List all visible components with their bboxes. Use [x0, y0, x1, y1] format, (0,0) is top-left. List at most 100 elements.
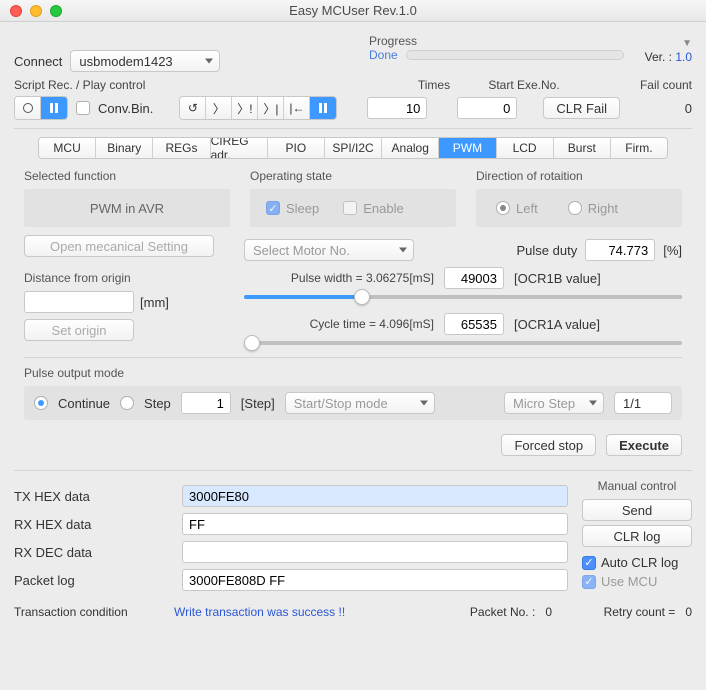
set-origin-button: Set origin — [24, 319, 134, 341]
ocr1a-label: [OCR1A value] — [514, 317, 600, 332]
pulse-width-slider[interactable] — [244, 295, 682, 299]
continue-radio[interactable] — [34, 396, 48, 410]
step-end-icon: 〉| — [263, 100, 278, 117]
sleep-label: Sleep — [286, 201, 319, 216]
loop-icon: ↺ — [188, 101, 198, 115]
pause-rec-button[interactable] — [41, 97, 67, 119]
pulse-width-input[interactable] — [444, 267, 504, 289]
tab-lcd[interactable]: LCD — [497, 138, 554, 158]
ocr1b-label: [OCR1B value] — [514, 271, 601, 286]
select-motor-dropdown[interactable]: Select Motor No. — [244, 239, 414, 261]
tab-mcu[interactable]: MCU — [39, 138, 96, 158]
ratio-select[interactable]: 1/1 ▲▼ — [614, 392, 672, 414]
times-input[interactable] — [367, 97, 427, 119]
rx-hex-input[interactable] — [182, 513, 568, 535]
connect-label: Connect — [14, 54, 62, 69]
disclosure-icon[interactable]: ▼ — [682, 38, 692, 49]
pulse-duty-input[interactable] — [585, 239, 655, 261]
pause-icon — [319, 103, 327, 113]
dir-right-radio — [568, 201, 582, 215]
progress-label: Progress — [369, 34, 624, 48]
step-input[interactable] — [181, 392, 231, 414]
tab-analog[interactable]: Analog — [382, 138, 439, 158]
retry-count: Retry count = 0 — [552, 605, 692, 619]
start-exe-input[interactable] — [457, 97, 517, 119]
tab-regs[interactable]: REGs — [153, 138, 210, 158]
sleep-checkbox — [266, 201, 280, 215]
tab-firm[interactable]: Firm. — [611, 138, 667, 158]
rx-dec-label: RX DEC data — [14, 545, 174, 560]
progress-bar — [406, 50, 624, 60]
tab-pio[interactable]: PIO — [268, 138, 325, 158]
rewind-button[interactable]: |← — [284, 97, 310, 119]
tx-hex-input[interactable] — [182, 485, 568, 507]
version-label: Ver. : 1.0 — [645, 50, 692, 64]
pulse-width-label: Pulse width = 3.06275[mS] — [244, 271, 434, 285]
open-mech-button: Open mecanical Setting — [24, 235, 214, 257]
rx-dec-input[interactable] — [182, 541, 568, 563]
stepper-arrows-icon: ▲▼ — [661, 395, 668, 409]
clr-fail-button[interactable]: CLR Fail — [543, 97, 620, 119]
tab-binary[interactable]: Binary — [96, 138, 153, 158]
step-bang-button[interactable]: 〉! — [232, 97, 258, 119]
packet-no: Packet No. : 0 — [412, 605, 552, 619]
pause-icon — [50, 103, 58, 113]
transaction-message: Write transaction was success !! — [174, 605, 412, 619]
record-icon — [23, 103, 33, 113]
clr-log-button[interactable]: CLR log — [582, 525, 692, 547]
tab-spi-i2c[interactable]: SPI/I2C — [325, 138, 382, 158]
step-radio[interactable] — [120, 396, 134, 410]
rx-hex-label: RX HEX data — [14, 517, 174, 532]
enable-checkbox — [343, 201, 357, 215]
dist-origin-input[interactable] — [24, 291, 134, 313]
rec-pause-group — [14, 96, 68, 120]
use-mcu-checkbox — [582, 575, 596, 589]
packet-log-input[interactable] — [182, 569, 568, 591]
record-button[interactable] — [15, 97, 41, 119]
use-mcu-label: Use MCU — [601, 574, 657, 589]
dir-left-label: Left — [516, 201, 538, 216]
step-button[interactable]: 〉 — [206, 97, 232, 119]
enable-label: Enable — [363, 201, 403, 216]
slider-thumb[interactable] — [354, 289, 370, 305]
tab-pwm[interactable]: PWM — [439, 138, 496, 158]
loop-button[interactable]: ↺ — [180, 97, 206, 119]
rewind-icon: |← — [289, 101, 304, 115]
cycle-time-input[interactable] — [444, 313, 504, 335]
dist-origin-label: Distance from origin — [24, 271, 214, 285]
tx-hex-label: TX HEX data — [14, 489, 174, 504]
micro-step-dropdown[interactable]: Micro Step — [504, 392, 604, 414]
continue-label: Continue — [58, 396, 110, 411]
op-state-label: Operating state — [250, 169, 456, 183]
dist-unit: [mm] — [140, 295, 169, 310]
slider-thumb[interactable] — [244, 335, 260, 351]
conv-bin-checkbox[interactable] — [76, 101, 90, 115]
window-title: Easy MCUser Rev.1.0 — [0, 3, 706, 18]
connect-select[interactable]: usbmodem1423 — [70, 50, 220, 72]
dir-right-label: Right — [588, 201, 618, 216]
manual-control-label: Manual control — [582, 479, 692, 493]
selected-fn-value: PWM in AVR — [24, 189, 230, 227]
pause-play-button[interactable] — [310, 97, 336, 119]
fail-count-label: Fail count — [574, 78, 692, 92]
selected-fn-label: Selected function — [24, 169, 230, 183]
packet-log-label: Packet log — [14, 573, 174, 588]
pulse-duty-unit: [%] — [663, 243, 682, 258]
progress-status: Done — [369, 48, 398, 62]
tab-cireg[interactable]: CIREG adr. — [211, 138, 268, 158]
auto-clr-label: Auto CLR log — [601, 555, 678, 570]
start-exe-label: Start Exe.No. — [474, 78, 574, 92]
cycle-time-label: Cycle time = 4.096[mS] — [244, 317, 434, 331]
start-stop-dropdown[interactable]: Start/Stop mode — [285, 392, 435, 414]
step-end-button[interactable]: 〉| — [258, 97, 284, 119]
step-label: Step — [144, 396, 171, 411]
dir-left-radio — [496, 201, 510, 215]
step-bang-icon: 〉! — [237, 100, 252, 117]
cycle-time-slider[interactable] — [244, 341, 682, 345]
auto-clr-checkbox[interactable] — [582, 556, 596, 570]
tab-burst[interactable]: Burst — [554, 138, 611, 158]
send-button[interactable]: Send — [582, 499, 692, 521]
forced-stop-button[interactable]: Forced stop — [501, 434, 596, 456]
tab-bar: MCU Binary REGs CIREG adr. PIO SPI/I2C A… — [38, 137, 668, 159]
execute-button[interactable]: Execute — [606, 434, 682, 456]
